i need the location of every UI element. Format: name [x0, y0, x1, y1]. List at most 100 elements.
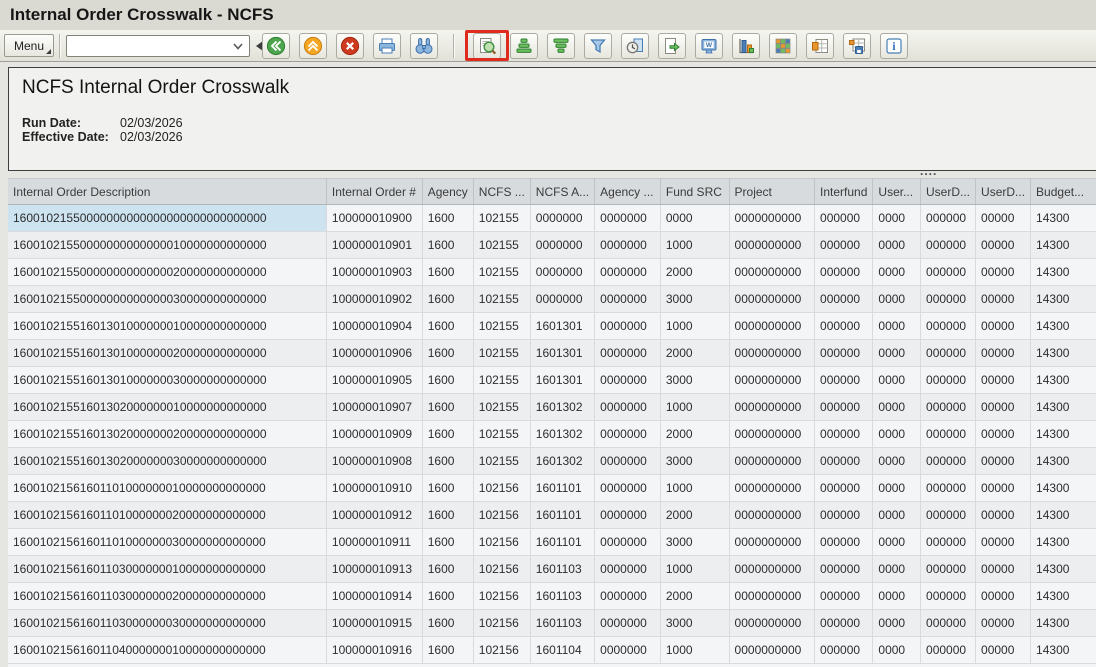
table-cell[interactable]: 102155: [473, 232, 530, 259]
table-cell[interactable]: 102155: [473, 394, 530, 421]
column-header[interactable]: Budget...: [1031, 179, 1096, 205]
table-cell[interactable]: 3000: [660, 610, 729, 637]
table-cell[interactable]: 0000000: [530, 232, 594, 259]
table-cell[interactable]: 000000: [815, 205, 873, 232]
table-cell[interactable]: 14300: [1031, 502, 1096, 529]
table-cell[interactable]: 3000: [660, 529, 729, 556]
table-cell[interactable]: 1600: [422, 583, 473, 610]
table-cell[interactable]: 00000: [976, 610, 1031, 637]
column-header[interactable]: Internal Order Description: [8, 179, 326, 205]
table-cell[interactable]: 1600: [422, 556, 473, 583]
table-cell[interactable]: 1000: [660, 475, 729, 502]
table-cell[interactable]: 14300: [1031, 313, 1096, 340]
table-cell[interactable]: 102156: [473, 475, 530, 502]
table-cell[interactable]: 0000: [873, 286, 921, 313]
table-cell[interactable]: 3000: [660, 448, 729, 475]
table-cell[interactable]: 000000: [815, 232, 873, 259]
table-cell[interactable]: 000000: [921, 637, 976, 664]
table-cell[interactable]: 0000: [873, 205, 921, 232]
table-cell[interactable]: 0000000000: [729, 448, 814, 475]
table-cell[interactable]: 16001021550000000000000000000000000000: [8, 205, 326, 232]
table-cell[interactable]: 000000: [921, 286, 976, 313]
table-cell[interactable]: 000000: [815, 529, 873, 556]
table-cell[interactable]: 0000000000: [729, 286, 814, 313]
table-cell[interactable]: 0000000: [595, 448, 661, 475]
table-cell[interactable]: 0000000: [595, 286, 661, 313]
table-cell[interactable]: 00000: [976, 394, 1031, 421]
table-cell[interactable]: 0000000: [595, 529, 661, 556]
table-cell[interactable]: 00000: [976, 232, 1031, 259]
table-cell[interactable]: 1600: [422, 340, 473, 367]
table-cell[interactable]: 100000010907: [326, 394, 422, 421]
table-cell[interactable]: 0000000000: [729, 340, 814, 367]
table-cell[interactable]: 1600: [422, 421, 473, 448]
sort-descending-button[interactable]: [547, 33, 575, 59]
table-cell[interactable]: 000000: [815, 313, 873, 340]
table-cell[interactable]: 1600: [422, 529, 473, 556]
table-cell[interactable]: 2000: [660, 259, 729, 286]
table-cell[interactable]: 1000: [660, 637, 729, 664]
table-cell[interactable]: 0000000: [595, 556, 661, 583]
table-cell[interactable]: 2000: [660, 502, 729, 529]
table-cell[interactable]: 00000: [976, 529, 1031, 556]
table-cell[interactable]: 2000: [660, 421, 729, 448]
table-cell[interactable]: 000000: [921, 502, 976, 529]
table-cell[interactable]: 1601101: [530, 475, 594, 502]
table-cell[interactable]: 00000: [976, 313, 1031, 340]
column-header[interactable]: UserD...: [976, 179, 1031, 205]
graphic-button[interactable]: [732, 33, 760, 59]
table-cell[interactable]: 16001021561601103000000030000000000000: [8, 610, 326, 637]
table-cell[interactable]: 000000: [815, 259, 873, 286]
table-cell[interactable]: 1600: [422, 286, 473, 313]
table-cell[interactable]: 100000010903: [326, 259, 422, 286]
table-cell[interactable]: 2000: [660, 583, 729, 610]
table-cell[interactable]: 000000: [921, 313, 976, 340]
column-header[interactable]: NCFS ...: [473, 179, 530, 205]
table-cell[interactable]: 1600: [422, 205, 473, 232]
table-cell[interactable]: 1600: [422, 394, 473, 421]
table-cell[interactable]: 100000010914: [326, 583, 422, 610]
table-cell[interactable]: 0000000: [530, 205, 594, 232]
table-cell[interactable]: 100000010908: [326, 448, 422, 475]
table-cell[interactable]: 14300: [1031, 367, 1096, 394]
table-cell[interactable]: 16001021561601101000000030000000000000: [8, 529, 326, 556]
table-cell[interactable]: 000000: [921, 259, 976, 286]
table-cell[interactable]: 102156: [473, 637, 530, 664]
table-cell[interactable]: 0000: [873, 232, 921, 259]
table-cell[interactable]: 16001021551601301000000030000000000000: [8, 367, 326, 394]
column-header[interactable]: Fund SRC: [660, 179, 729, 205]
table-cell[interactable]: 102156: [473, 529, 530, 556]
table-cell[interactable]: 3000: [660, 367, 729, 394]
table-cell[interactable]: 0000000: [595, 610, 661, 637]
table-cell[interactable]: 100000010912: [326, 502, 422, 529]
command-field[interactable]: [66, 35, 250, 57]
table-cell[interactable]: 0000000: [595, 583, 661, 610]
cancel-button[interactable]: [336, 33, 364, 59]
table-cell[interactable]: 1600: [422, 232, 473, 259]
table-cell[interactable]: 0000000000: [729, 556, 814, 583]
table-cell[interactable]: 0000: [873, 448, 921, 475]
table-cell[interactable]: 0000000000: [729, 529, 814, 556]
table-cell[interactable]: 100000010909: [326, 421, 422, 448]
table-cell[interactable]: 102155: [473, 286, 530, 313]
sort-ascending-button[interactable]: [510, 33, 538, 59]
table-cell[interactable]: 100000010906: [326, 340, 422, 367]
table-cell[interactable]: 0000: [873, 475, 921, 502]
table-cell[interactable]: 00000: [976, 367, 1031, 394]
table-cell[interactable]: 000000: [921, 475, 976, 502]
table-cell[interactable]: 000000: [815, 340, 873, 367]
table-cell[interactable]: 1600: [422, 259, 473, 286]
table-cell[interactable]: 16001021561601103000000010000000000000: [8, 556, 326, 583]
table-cell[interactable]: 0000000000: [729, 475, 814, 502]
find-next-button[interactable]: [473, 33, 501, 59]
table-cell[interactable]: 0000000: [595, 502, 661, 529]
table-cell[interactable]: 1600: [422, 367, 473, 394]
table-cell[interactable]: 1601301: [530, 313, 594, 340]
table-cell[interactable]: 0000: [873, 259, 921, 286]
table-cell[interactable]: 0000000000: [729, 205, 814, 232]
table-cell[interactable]: 100000010902: [326, 286, 422, 313]
table-cell[interactable]: 0000000000: [729, 394, 814, 421]
table-cell[interactable]: 00000: [976, 340, 1031, 367]
table-cell[interactable]: 100000010916: [326, 637, 422, 664]
table-cell[interactable]: 0000: [873, 610, 921, 637]
